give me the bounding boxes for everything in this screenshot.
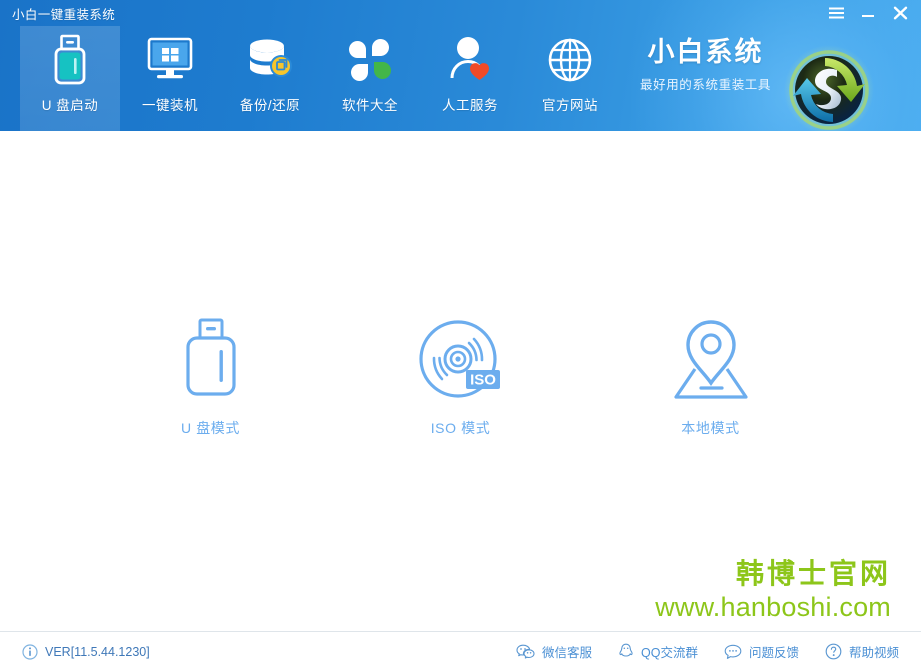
footer-link-label: 问题反馈 [748,646,799,660]
mode-iso[interactable]: ISO ISO 模式 [336,317,586,438]
nav-label: 一键装机 [142,98,198,113]
wechat-icon [516,644,535,659]
footer-link-wechat[interactable]: 微信客服 [516,642,592,661]
version-info: VER[11.5.44.1230] [22,643,150,660]
nav-item-software-library[interactable]: 软件大全 [320,26,420,131]
close-button[interactable] [885,2,915,24]
nav-label: U 盘启动 [41,98,99,113]
main-navigation: U 盘启动 一键装机 备份/还原 软件大全 人工服务 官方网站 小白系统 最好用… [0,26,921,131]
minimize-icon [862,15,874,17]
usb-stick-outline-icon [180,317,242,403]
brand-slogan: 最好用的系统重装工具 [640,77,772,92]
version-text: VER[11.5.44.1230] [45,644,150,659]
hamburger-icon [828,7,844,19]
app-window: 小白一键重装系统 U 盘启动 一键装机 备份/还原 软件大全 人工服务 官方网站… [0,0,921,671]
brand-block: 小白系统 最好用的系统重装工具 [640,26,771,93]
nav-label: 人工服务 [442,98,498,113]
watermark: 韩博士官网 www.hanboshi.com [655,556,891,623]
watermark-cn-text: 韩博士官网 [735,557,891,589]
brand-name: 小白系统 [647,37,764,67]
app-header: 小白一键重装系统 U 盘启动 一键装机 备份/还原 软件大全 人工服务 官方网站… [0,0,921,131]
title-bar: 小白一键重装系统 [0,0,921,26]
footer-links: 微信客服 QQ交流群 问题反馈 帮助视频 [516,642,899,661]
watermark-url-text: www.hanboshi.com [655,591,891,622]
svg-text:ISO: ISO [470,372,496,389]
nav-item-usb-boot[interactable]: U 盘启动 [20,26,120,131]
footer-link-label: 微信客服 [542,646,593,660]
menu-button[interactable] [821,2,851,24]
mode-usb[interactable]: U 盘模式 [86,317,336,438]
minimize-button[interactable] [853,2,883,24]
nav-label: 备份/还原 [239,98,301,113]
qq-penguin-icon [619,643,633,657]
database-backup-icon [245,33,295,87]
nav-label: 软件大全 [342,98,398,113]
footer-link-qq[interactable]: QQ交流群 [618,642,698,661]
chat-bubble-icon [724,644,742,659]
window-controls [821,2,915,24]
question-circle-icon [825,643,842,660]
mode-label: 本地模式 [681,420,740,436]
main-content: U 盘模式 ISO ISO 模式 本地模式 韩博士官网 www.hanboshi… [0,131,921,631]
mode-selector: U 盘模式 ISO ISO 模式 本地模式 [0,317,921,438]
status-bar: VER[11.5.44.1230] 微信客服 QQ交流群 问题反馈 帮助视频 [0,631,921,671]
info-icon [22,643,38,660]
window-title: 小白一键重装系统 [12,7,116,22]
nav-item-backup-restore[interactable]: 备份/还原 [220,26,320,131]
footer-link-label: 帮助视频 [848,646,899,660]
nav-label: 官方网站 [542,98,598,113]
person-heart-icon [447,33,493,87]
footer-link-help-video[interactable]: 帮助视频 [825,642,899,661]
nav-item-official-site[interactable]: 官方网站 [520,26,620,131]
nav-item-human-service[interactable]: 人工服务 [420,26,520,131]
globe-icon [546,33,594,87]
footer-link-label: QQ交流群 [641,646,698,660]
monitor-windows-icon [145,33,195,87]
usb-drive-icon [50,33,90,87]
mode-local[interactable]: 本地模式 [586,317,836,438]
close-icon [893,6,907,20]
nav-item-one-key-install[interactable]: 一键装机 [120,26,220,131]
clover-icon [347,33,393,87]
mode-label: ISO 模式 [430,420,491,436]
mode-label: U 盘模式 [181,420,240,436]
iso-disc-outline-icon: ISO [418,317,504,403]
circular-refresh-logo [781,42,877,131]
footer-link-feedback[interactable]: 问题反馈 [724,642,799,661]
map-pin-outline-icon [670,317,752,403]
